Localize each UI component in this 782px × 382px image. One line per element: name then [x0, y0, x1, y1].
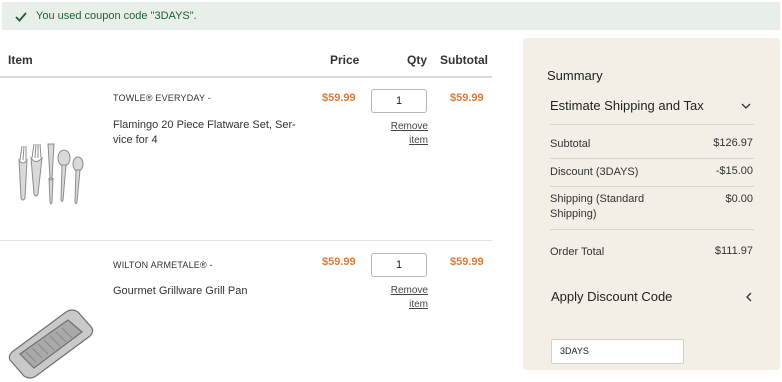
header-subtotal: Subtotal — [440, 53, 488, 67]
product-name-link[interactable]: Gourmet Grillware Grill Pan — [113, 284, 313, 299]
divider — [550, 186, 754, 187]
subtotal-label: Subtotal — [550, 138, 591, 150]
estimate-shipping-toggle[interactable]: Estimate Shipping and Tax — [550, 98, 704, 113]
cart-item-row: TOWLE® EVERYDAY - Flamingo 20 Piece Flat… — [0, 78, 492, 240]
header-qty: Qty — [407, 53, 428, 67]
product-subtotal: $59.99 — [450, 92, 484, 104]
product-subtotal: $59.99 — [450, 256, 484, 268]
divider — [550, 158, 754, 159]
coupon-success-message: You used coupon code "3DAYS". — [2, 2, 780, 30]
header-item: Item — [8, 53, 33, 67]
discount-value: -$15.00 — [715, 165, 753, 177]
shipping-value: $0.00 — [725, 193, 753, 205]
order-total-label: Order Total — [550, 246, 605, 258]
cart-table-header: Item Price Qty Subtotal — [0, 38, 492, 78]
chevron-left-icon[interactable] — [745, 292, 753, 302]
grill-pan-product-image[interactable] — [6, 292, 96, 382]
divider — [550, 229, 754, 230]
discount-label: Discount (3DAYS) — [550, 166, 639, 178]
checkmark-icon — [15, 12, 27, 22]
discount-code-input[interactable]: 3DAYS — [551, 339, 684, 364]
remove-item-link[interactable]: Remove item — [386, 120, 428, 148]
remove-item-link[interactable]: Remove item — [386, 284, 428, 312]
cart-item-row: WILTON ARMETALE® - Gourmet Grillware Gri… — [0, 242, 492, 379]
apply-discount-toggle[interactable]: Apply Discount Code — [551, 289, 672, 304]
divider — [550, 124, 754, 125]
row-divider — [0, 240, 492, 241]
quantity-input[interactable]: 1 — [371, 89, 427, 113]
product-brand: WILTON ARMETALE® - — [113, 260, 213, 270]
order-summary-panel: Summary Estimate Shipping and Tax Subtot… — [523, 38, 780, 370]
product-name-link[interactable]: Flamingo 20 Piece Flatware Set, Ser- vic… — [113, 118, 313, 148]
subtotal-value: $126.97 — [713, 137, 753, 149]
summary-title: Summary — [547, 68, 603, 83]
product-price: $59.99 — [322, 92, 356, 104]
shipping-label: Shipping (Standard Shipping) — [550, 193, 645, 220]
product-price: $59.99 — [322, 256, 356, 268]
order-total-value: $111.97 — [714, 245, 753, 257]
coupon-message-text: You used coupon code "3DAYS". — [36, 10, 197, 22]
flatware-product-image[interactable] — [6, 118, 96, 208]
quantity-input[interactable]: 1 — [371, 253, 427, 277]
header-price: Price — [330, 53, 360, 67]
cart-table: Item Price Qty Subtotal TOWLE® EVERYDAY … — [0, 38, 500, 379]
chevron-down-icon[interactable] — [741, 102, 751, 110]
product-brand: TOWLE® EVERYDAY - — [113, 93, 211, 103]
